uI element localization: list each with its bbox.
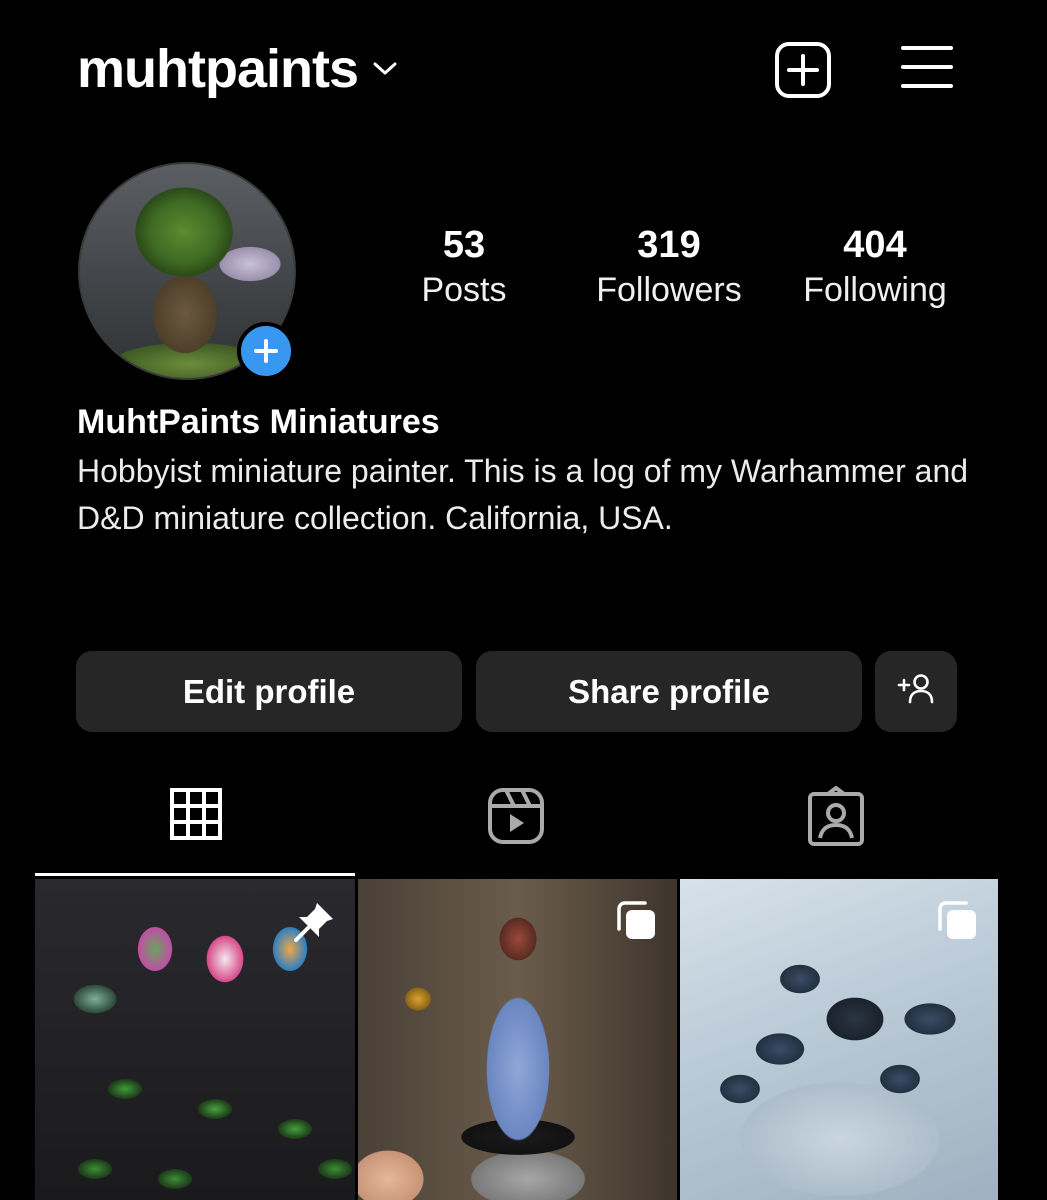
avatar-container — [78, 162, 296, 380]
top-bar: muhtpaints — [0, 0, 1047, 140]
following-stat[interactable]: 404 Following — [790, 222, 960, 312]
carousel-icon — [936, 899, 980, 948]
post-thumbnail[interactable] — [35, 879, 355, 1200]
username: muhtpaints — [77, 39, 359, 99]
tab-posts-grid[interactable] — [168, 786, 224, 847]
discover-people-button[interactable] — [875, 651, 957, 732]
reels-icon — [486, 788, 546, 850]
tab-reels[interactable] — [486, 786, 546, 851]
add-story-icon[interactable] — [237, 322, 295, 380]
new-post-icon[interactable] — [774, 41, 832, 104]
post-thumbnail[interactable] — [358, 879, 677, 1200]
post-thumbnail[interactable] — [680, 879, 998, 1200]
carousel-icon — [615, 899, 659, 948]
bio: Hobbyist miniature painter. This is a lo… — [77, 453, 969, 536]
followers-count: 319 — [637, 224, 701, 266]
tagged-icon — [806, 786, 866, 852]
display-name: MuhtPaints Miniatures — [77, 403, 440, 441]
active-tab-indicator — [35, 873, 355, 876]
pin-icon — [291, 899, 337, 950]
tab-tagged[interactable] — [806, 786, 866, 853]
followers-label: Followers — [596, 271, 742, 309]
following-label: Following — [803, 271, 947, 309]
posts-count: 53 — [442, 224, 486, 266]
edit-profile-button[interactable]: Edit profile — [76, 651, 462, 732]
account-switcher[interactable]: muhtpaints — [77, 38, 398, 100]
chevron-down-icon — [372, 61, 398, 82]
following-count: 404 — [843, 224, 907, 266]
followers-stat[interactable]: 319 Followers — [580, 222, 758, 312]
add-person-icon — [896, 672, 936, 712]
grid-icon — [168, 788, 224, 846]
posts-stat[interactable]: 53 Posts — [402, 222, 526, 312]
share-profile-button[interactable]: Share profile — [476, 651, 862, 732]
menu-icon[interactable] — [900, 44, 954, 95]
posts-label: Posts — [421, 271, 507, 309]
